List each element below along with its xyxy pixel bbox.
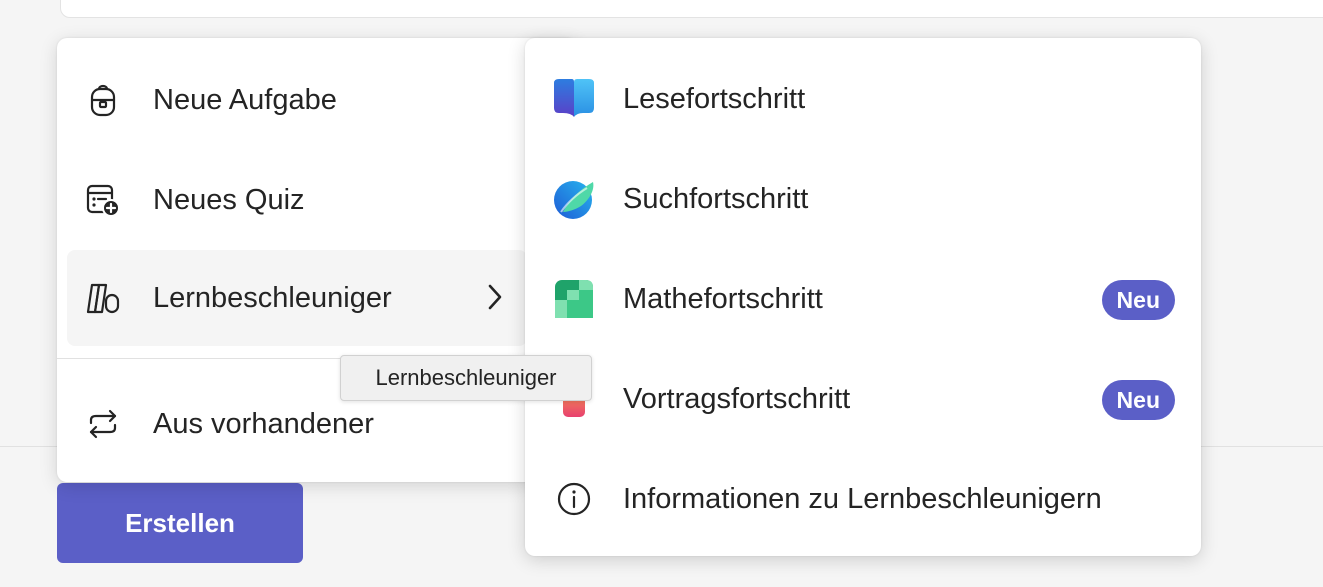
submenu-item-speaker-progress[interactable]: Vortragsfortschritt Neu [525, 350, 1201, 448]
chevron-right-icon [487, 282, 503, 320]
submenu-item-info[interactable]: Informationen zu Lernbeschleunigern [525, 450, 1201, 548]
learning-accelerators-submenu: Lesefortschritt Suchfortschritt Mathefor… [525, 38, 1201, 556]
submenu-item-math-progress[interactable]: Mathefortschritt Neu [525, 250, 1201, 348]
math-progress-icon [551, 276, 597, 322]
submenu-item-label: Vortragsfortschritt [623, 382, 851, 415]
new-badge: Neu [1101, 380, 1175, 420]
submenu-item-label: Lesefortschritt [623, 82, 806, 115]
create-menu: Neue Aufgabe Neues Quiz Lernbeschleunige [57, 38, 577, 482]
new-badge: Neu [1101, 280, 1175, 320]
menu-item-new-quiz[interactable]: Neues Quiz [67, 152, 527, 248]
reading-progress-icon [551, 76, 597, 122]
reuse-arrows-icon [83, 404, 123, 444]
menu-item-label: Lernbeschleuniger [153, 281, 392, 314]
search-progress-icon [551, 176, 597, 222]
menu-item-label: Aus vorhandener [153, 407, 374, 440]
create-button[interactable]: Erstellen [57, 483, 303, 563]
tooltip: Lernbeschleuniger [340, 355, 592, 401]
submenu-item-label: Suchfortschritt [623, 182, 809, 215]
submenu-item-label: Informationen zu Lernbeschleunigern [623, 482, 1102, 515]
submenu-item-label: Mathefortschritt [623, 282, 823, 315]
top-content-card [60, 0, 1323, 18]
menu-item-label: Neues Quiz [153, 183, 305, 216]
quiz-add-icon [83, 180, 123, 220]
menu-item-learning-accelerators[interactable]: Lernbeschleuniger [67, 250, 527, 346]
menu-item-label: Neue Aufgabe [153, 83, 337, 116]
submenu-item-search-progress[interactable]: Suchfortschritt [525, 150, 1201, 248]
info-icon [551, 476, 597, 522]
books-icon [83, 278, 123, 318]
submenu-item-reading-progress[interactable]: Lesefortschritt [525, 50, 1201, 148]
menu-item-new-assignment[interactable]: Neue Aufgabe [67, 52, 527, 148]
backpack-icon [83, 80, 123, 120]
